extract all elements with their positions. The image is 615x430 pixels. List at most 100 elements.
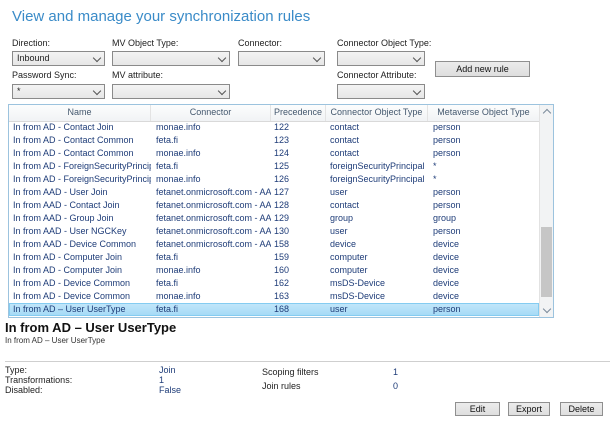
cell-name: In from AD - Computer Join — [9, 264, 151, 277]
delete-button[interactable]: Delete — [560, 402, 603, 416]
cell-connector-object-type: contact — [326, 147, 428, 160]
table-row[interactable]: In from AAD - User Joinfetanet.onmicroso… — [9, 186, 539, 199]
cell-metaverse-object-type: person — [428, 199, 539, 212]
mv-object-type-select[interactable] — [112, 51, 230, 66]
edit-button[interactable]: Edit — [455, 402, 500, 416]
table-row[interactable]: In from AAD - Group Joinfetanet.onmicros… — [9, 212, 539, 225]
cell-precedence: 125 — [271, 160, 326, 173]
connector-attribute-select[interactable] — [337, 84, 425, 99]
cell-name: In from AD - Contact Common — [9, 147, 151, 160]
table-row[interactable]: In from AD - Contact Commonfeta.fi123con… — [9, 134, 539, 147]
cell-connector-object-type: group — [326, 212, 428, 225]
cell-precedence: 129 — [271, 212, 326, 225]
chevron-down-icon — [413, 87, 421, 95]
direction-label: Direction: — [12, 38, 50, 48]
cell-connector-object-type: computer — [326, 264, 428, 277]
cell-connector: monae.info — [151, 264, 271, 277]
cell-connector: feta.fi — [151, 303, 271, 316]
chevron-down-icon — [413, 54, 421, 62]
cell-precedence: 122 — [271, 121, 326, 134]
table-row[interactable]: In from AD - Contact Joinmonae.info122co… — [9, 121, 539, 134]
scroll-down-icon[interactable] — [540, 304, 554, 317]
vertical-scrollbar[interactable] — [539, 105, 553, 317]
column-header-connector-object-type[interactable]: Connector Object Type — [326, 105, 428, 121]
cell-name: In from AD - Device Common — [9, 290, 151, 303]
table-row[interactable]: In from AD - Computer Joinmonae.info160c… — [9, 264, 539, 277]
cell-name: In from AAD - Contact Join — [9, 199, 151, 212]
table-row[interactable]: In from AD – User UserTypefeta.fi168user… — [9, 303, 539, 316]
scroll-up-icon[interactable] — [540, 105, 554, 118]
cell-precedence: 159 — [271, 251, 326, 264]
cell-connector-object-type: msDS-Device — [326, 290, 428, 303]
table-row[interactable]: In from AAD - User NGCKeyfetanet.onmicro… — [9, 225, 539, 238]
cell-connector: feta.fi — [151, 277, 271, 290]
cell-metaverse-object-type: device — [428, 264, 539, 277]
chevron-down-icon — [218, 87, 226, 95]
cell-name: In from AD - Computer Join — [9, 251, 151, 264]
cell-precedence: 160 — [271, 264, 326, 277]
cell-metaverse-object-type: person — [428, 147, 539, 160]
connector-object-type-select[interactable] — [337, 51, 425, 66]
chevron-down-icon — [93, 54, 101, 62]
password-sync-select[interactable]: * — [12, 84, 105, 99]
scrollbar-thumb[interactable] — [541, 227, 552, 297]
table-row[interactable]: In from AD - ForeignSecurityPrincipal Jo… — [9, 160, 539, 173]
add-new-rule-button[interactable]: Add new rule — [435, 61, 530, 77]
mv-attribute-select[interactable] — [112, 84, 230, 99]
cell-name: In from AAD - Device Common — [9, 238, 151, 251]
column-header-connector[interactable]: Connector — [151, 105, 271, 121]
cell-connector: monae.info — [151, 173, 271, 186]
cell-connector-object-type: computer — [326, 251, 428, 264]
connector-attribute-label: Connector Attribute: — [337, 70, 417, 80]
connector-object-type-label: Connector Object Type: — [337, 38, 431, 48]
cell-name: In from AAD - User Join — [9, 186, 151, 199]
cell-name: In from AD - Contact Join — [9, 121, 151, 134]
cell-precedence: 168 — [271, 303, 326, 316]
cell-metaverse-object-type: * — [428, 160, 539, 173]
table-row[interactable]: In from AAD - Device Commonfetanet.onmic… — [9, 238, 539, 251]
table-row[interactable]: In from AD - ForeignSecurityPrincipal Jo… — [9, 173, 539, 186]
cell-connector-object-type: user — [326, 186, 428, 199]
table-row[interactable]: In from AAD - Contact Joinfetanet.onmicr… — [9, 199, 539, 212]
cell-metaverse-object-type: device — [428, 290, 539, 303]
chevron-down-icon — [218, 54, 226, 62]
mv-attribute-label: MV attribute: — [112, 70, 163, 80]
cell-connector: fetanet.onmicrosoft.com - AAD — [151, 212, 271, 225]
column-header-metaverse-object-type[interactable]: Metaverse Object Type — [428, 105, 539, 121]
cell-connector: fetanet.onmicrosoft.com - AAD — [151, 225, 271, 238]
cell-connector-object-type: contact — [326, 134, 428, 147]
cell-precedence: 162 — [271, 277, 326, 290]
chevron-down-icon — [93, 87, 101, 95]
column-header-name[interactable]: Name — [9, 105, 151, 121]
connector-select[interactable] — [238, 51, 325, 66]
transformations-label: Transformations: — [5, 375, 72, 385]
cell-connector-object-type: user — [326, 225, 428, 238]
type-value: Join — [159, 365, 176, 375]
column-header-precedence[interactable]: Precedence — [271, 105, 326, 121]
cell-connector-object-type: contact — [326, 199, 428, 212]
cell-precedence: 163 — [271, 290, 326, 303]
direction-select[interactable]: Inbound — [12, 51, 105, 66]
cell-name: In from AD - Device Common — [9, 277, 151, 290]
rules-table: Name Connector Precedence Connector Obje… — [8, 104, 554, 318]
detail-subheading: In from AD – User UserType — [5, 336, 105, 345]
table-row[interactable]: In from AD - Contact Commonmonae.info124… — [9, 147, 539, 160]
table-row[interactable]: In from AD - Computer Joinfeta.fi159comp… — [9, 251, 539, 264]
cell-name: In from AD – User UserType — [9, 303, 151, 316]
scoping-filters-label: Scoping filters — [262, 367, 319, 377]
cell-precedence: 128 — [271, 199, 326, 212]
table-row[interactable]: In from AD - Device Commonfeta.fi162msDS… — [9, 277, 539, 290]
cell-connector: monae.info — [151, 290, 271, 303]
cell-precedence: 158 — [271, 238, 326, 251]
password-sync-label: Password Sync: — [12, 70, 77, 80]
cell-connector: fetanet.onmicrosoft.com - AAD — [151, 186, 271, 199]
cell-metaverse-object-type: device — [428, 251, 539, 264]
cell-connector: fetanet.onmicrosoft.com - AAD — [151, 238, 271, 251]
sync-rules-editor-window: View and manage your synchronization rul… — [0, 0, 615, 430]
table-row[interactable]: In from AD - Device Commonmonae.info163m… — [9, 290, 539, 303]
join-rules-value: 0 — [393, 381, 398, 391]
cell-precedence: 126 — [271, 173, 326, 186]
export-button[interactable]: Export — [508, 402, 550, 416]
cell-connector-object-type: device — [326, 238, 428, 251]
table-body: In from AD - Contact Joinmonae.info122co… — [9, 121, 539, 317]
